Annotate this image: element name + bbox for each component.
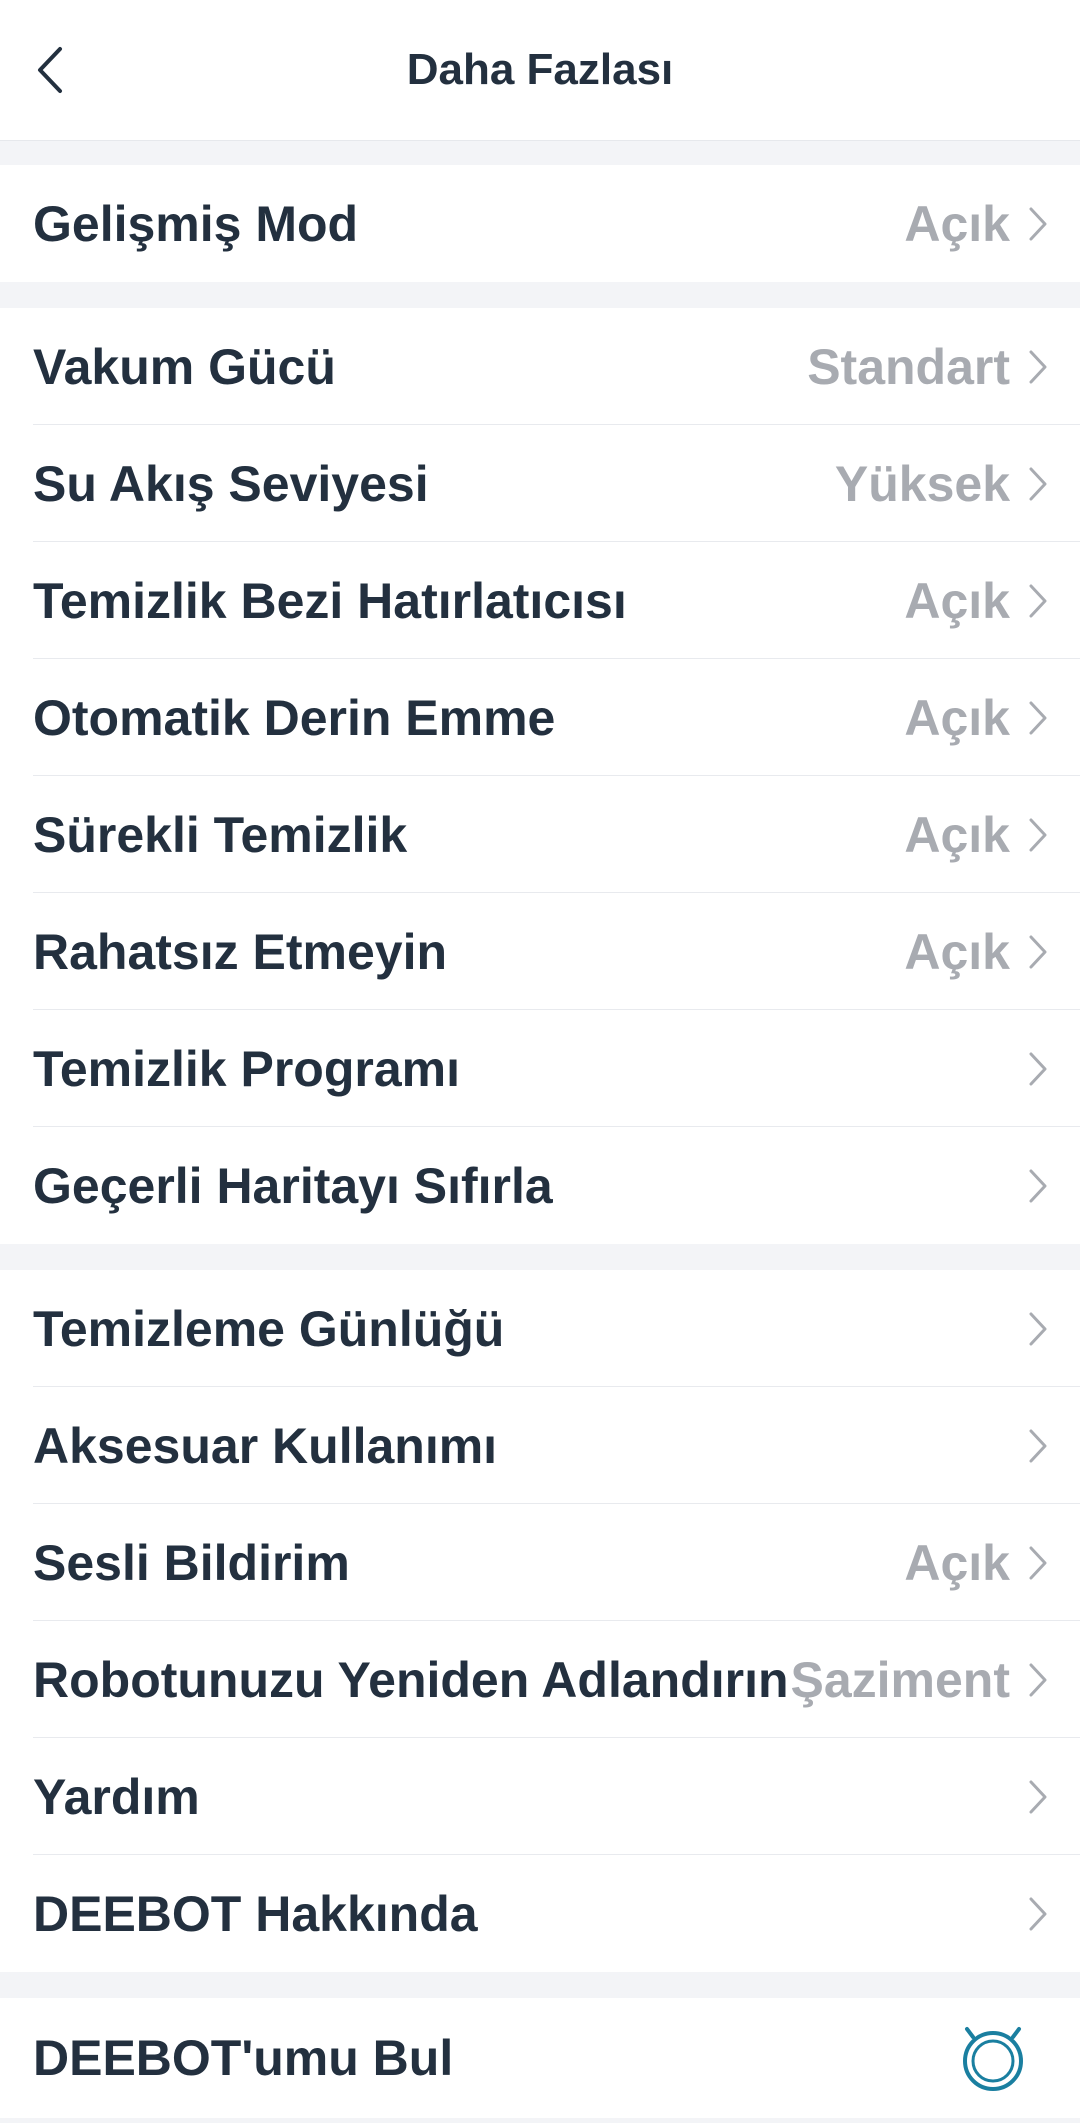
section-gap: [0, 282, 1080, 308]
section-cleaning: Vakum Gücü Standart Su Akış Seviyesi Yük…: [0, 308, 1080, 1244]
row-label: Robotunuzu Yeniden Adlandırın: [33, 1651, 789, 1708]
page-title: Daha Fazlası: [406, 45, 674, 94]
chevron-right-icon: [1028, 1426, 1050, 1466]
chevron-right-icon: [1028, 464, 1050, 504]
chevron-right-icon: [1028, 1894, 1050, 1934]
row-value: Açık: [904, 923, 1010, 980]
chevron-right-icon: [1028, 204, 1050, 244]
row-label: Temizlik Programı: [33, 1040, 460, 1097]
settings-row-about-deebot[interactable]: DEEBOT Hakkında: [0, 1855, 1080, 1972]
row-value: Standart: [807, 338, 1010, 395]
chevron-right-icon: [1028, 1777, 1050, 1817]
row-value: Açık: [904, 572, 1010, 629]
row-label: Geçerli Haritayı Sıfırla: [33, 1157, 553, 1214]
robot-icon: [963, 2027, 1023, 2091]
chevron-right-icon: [1028, 1166, 1050, 1206]
row-label: Gelişmiş Mod: [33, 195, 359, 252]
row-value: Açık: [904, 1534, 1010, 1591]
settings-row-advanced-mode[interactable]: Gelişmiş Mod Açık: [0, 165, 1080, 282]
settings-row-cloth-reminder[interactable]: Temizlik Bezi Hatırlatıcısı Açık: [0, 542, 1080, 659]
row-label: DEEBOT Hakkında: [33, 1885, 478, 1942]
row-label: Su Akış Seviyesi: [33, 455, 429, 512]
row-label: Temizlik Bezi Hatırlatıcısı: [33, 572, 627, 629]
settings-row-water-flow[interactable]: Su Akış Seviyesi Yüksek: [0, 425, 1080, 542]
row-value: Açık: [904, 195, 1010, 252]
chevron-right-icon: [1028, 1309, 1050, 1349]
settings-row-do-not-disturb[interactable]: Rahatsız Etmeyin Açık: [0, 893, 1080, 1010]
chevron-right-icon: [1028, 347, 1050, 387]
settings-row-vacuum-power[interactable]: Vakum Gücü Standart: [0, 308, 1080, 425]
section-advanced: Gelişmiş Mod Açık: [0, 165, 1080, 282]
header-bar: Daha Fazlası: [0, 0, 1080, 141]
settings-row-cleaning-log[interactable]: Temizleme Günlüğü: [0, 1270, 1080, 1387]
settings-row-rename-robot[interactable]: Robotunuzu Yeniden Adlandırın Şaziment: [0, 1621, 1080, 1738]
settings-row-auto-deep-suction[interactable]: Otomatik Derin Emme Açık: [0, 659, 1080, 776]
row-label: Sesli Bildirim: [33, 1534, 350, 1591]
chevron-right-icon: [1028, 581, 1050, 621]
chevron-right-icon: [1028, 1660, 1050, 1700]
chevron-right-icon: [1028, 698, 1050, 738]
row-value: Açık: [904, 806, 1010, 863]
row-value: Açık: [904, 689, 1010, 746]
section-device: Temizleme Günlüğü Aksesuar Kullanımı Ses…: [0, 1270, 1080, 1972]
row-label: Temizleme Günlüğü: [33, 1300, 505, 1357]
row-label: Rahatsız Etmeyin: [33, 923, 448, 980]
section-gap: [0, 141, 1080, 165]
settings-row-voice-notification[interactable]: Sesli Bildirim Açık: [0, 1504, 1080, 1621]
chevron-right-icon: [1028, 1543, 1050, 1583]
settings-row-cleaning-schedule[interactable]: Temizlik Programı: [0, 1010, 1080, 1127]
row-value: Yüksek: [834, 455, 1010, 512]
settings-row-reset-map[interactable]: Geçerli Haritayı Sıfırla: [0, 1127, 1080, 1244]
row-label: Aksesuar Kullanımı: [33, 1417, 498, 1474]
settings-row-accessory-usage[interactable]: Aksesuar Kullanımı: [0, 1387, 1080, 1504]
row-label: Vakum Gücü: [33, 338, 336, 395]
section-find: DEEBOT'umu Bul: [0, 1998, 1080, 2118]
settings-row-find-deebot[interactable]: DEEBOT'umu Bul: [0, 1998, 1080, 2118]
settings-row-continuous-cleaning[interactable]: Sürekli Temizlik Açık: [0, 776, 1080, 893]
section-gap: [0, 1244, 1080, 1270]
chevron-right-icon: [1028, 1049, 1050, 1089]
row-value: Şaziment: [790, 1651, 1010, 1708]
chevron-right-icon: [1028, 932, 1050, 972]
row-label: Yardım: [33, 1768, 200, 1825]
row-label: DEEBOT'umu Bul: [33, 2030, 454, 2086]
row-label: Sürekli Temizlik: [33, 806, 408, 863]
section-gap: [0, 1972, 1080, 1998]
chevron-right-icon: [1028, 815, 1050, 855]
row-label: Otomatik Derin Emme: [33, 689, 556, 746]
settings-row-help[interactable]: Yardım: [0, 1738, 1080, 1855]
